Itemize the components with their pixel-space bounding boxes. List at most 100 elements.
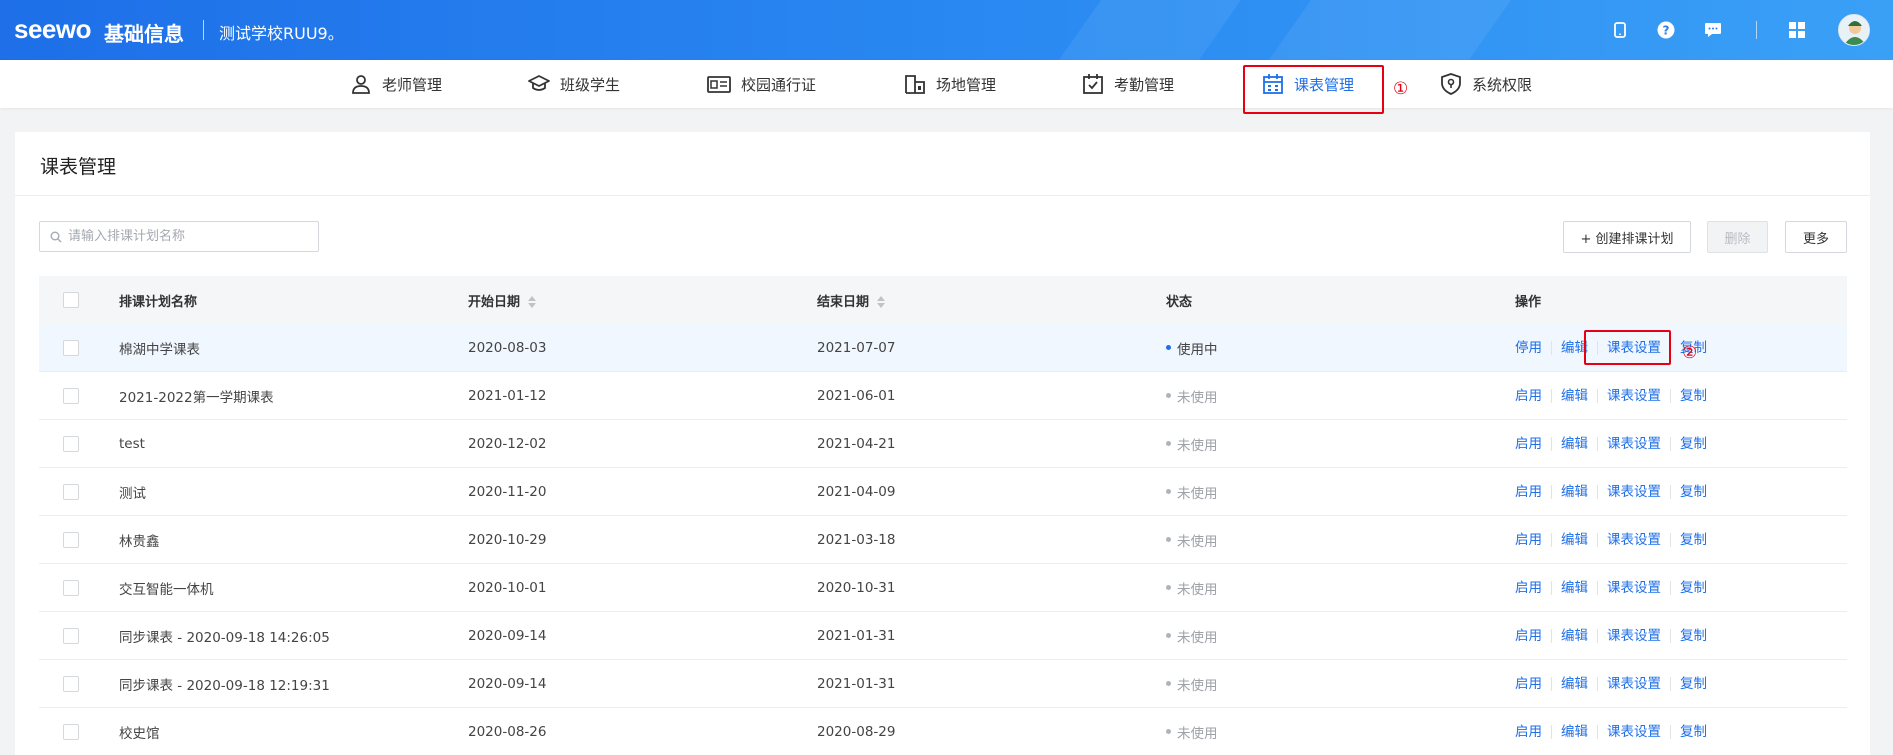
calendar-check-icon [1083,74,1103,94]
row-checkbox[interactable] [63,531,79,548]
content-card: 课表管理 + 创建排课计划 删除 更多 排课计划名称 开始日期 结束日期 状态 … [15,132,1870,755]
annotation-box-1 [1243,65,1384,114]
start-date: 2020-12-02 [468,435,547,452]
table-row[interactable]: 林贵鑫 2020-10-29 2021-03-18 未使用 启用 编辑 课表设置 复制 [39,516,1847,564]
status-dot [1166,537,1171,542]
nav-item-campus-pass[interactable]: 校园通行证 [707,60,816,108]
copy-button[interactable]: 复制 [1670,580,1716,595]
status-dot [1166,345,1171,350]
nav-label: 老师管理 [382,75,443,94]
school-name[interactable]: 测试学校RUU9。 [219,20,344,44]
more-button[interactable]: 更多 [1785,221,1847,253]
edit-button[interactable]: 编辑 [1551,724,1597,739]
select-all-checkbox[interactable] [63,292,79,308]
toggle-button[interactable]: 启用 [1515,389,1551,403]
sort-icon[interactable] [877,296,886,308]
copy-button[interactable]: 复制 [1670,676,1716,691]
nav-item-teachers[interactable]: 老师管理 [350,60,442,108]
toggle-button[interactable]: 启用 [1515,533,1551,547]
edit-button[interactable]: 编辑 [1551,532,1597,547]
avatar[interactable] [1838,14,1870,46]
table-row[interactable]: 交互智能一体机 2020-10-01 2020-10-31 未使用 启用 编辑 课表设置 复制 [39,564,1847,612]
plan-name: 交互智能一体机 [119,581,214,598]
row-checkbox[interactable] [63,675,79,692]
row-checkbox[interactable] [63,723,79,740]
row-checkbox[interactable] [63,627,79,644]
brand-logo[interactable]: seewo [14,14,92,45]
phone-icon[interactable] [1610,20,1630,40]
row-checkbox[interactable] [63,387,79,404]
toggle-button[interactable]: 启用 [1515,485,1551,499]
toggle-button[interactable]: 启用 [1515,677,1551,691]
edit-button[interactable]: 编辑 [1551,676,1597,691]
row-checkbox[interactable] [63,339,79,356]
copy-button[interactable]: 复制 [1670,724,1716,739]
message-icon[interactable] [1703,20,1723,40]
app-title: 基础信息 [104,22,184,46]
table-row[interactable]: 2021-2022第一学期课表 2021-01-12 2021-06-01 未使用 启用… [39,372,1847,420]
svg-text:?: ? [1663,24,1670,38]
top-bar: seewo 基础信息 测试学校RUU9。 ? [0,0,1893,60]
edit-button[interactable]: 编辑 [1551,484,1597,499]
table-row[interactable]: 测试 2020-11-20 2021-04-09 未使用 启用 编辑 课表设置 复制 [39,468,1847,516]
header-divider [1756,21,1757,39]
status-text: 未使用 [1177,725,1218,742]
column-header-start[interactable]: 开始日期 [468,291,817,310]
nav-item-venues[interactable]: 场地管理 [904,60,996,108]
copy-button[interactable]: 复制 [1670,628,1716,643]
end-date: 2021-01-31 [817,627,896,644]
search-input[interactable] [68,229,298,244]
copy-button[interactable]: 复制 [1670,532,1716,547]
delete-button[interactable]: 删除 [1707,221,1768,253]
toggle-button[interactable]: 启用 [1515,629,1551,643]
nav-item-attendance[interactable]: 考勤管理 [1082,60,1174,108]
search-box[interactable] [39,221,319,252]
toggle-button[interactable]: 启用 [1515,437,1551,451]
status-cell: 未使用 [1166,530,1515,550]
edit-button[interactable]: 编辑 [1551,388,1597,403]
nav-item-classes[interactable]: 班级学生 [528,60,620,108]
timetable-settings-button[interactable]: 课表设置 [1597,532,1670,547]
apps-icon[interactable] [1787,20,1807,40]
row-checkbox[interactable] [63,579,79,596]
toggle-button[interactable]: 停用 [1515,341,1551,355]
start-date: 2020-08-03 [468,339,547,356]
timetable-settings-button[interactable]: 课表设置 [1597,580,1670,595]
nav-item-permissions[interactable]: 系统权限 [1440,60,1532,108]
main-nav: 老师管理 班级学生 校园通行证 场地管理 考勤管理 课表管理 系统权限 [0,60,1893,108]
help-icon[interactable]: ? [1656,20,1676,40]
timetable-settings-button[interactable]: 课表设置 [1597,484,1670,499]
table-row[interactable]: 同步课表 - 2020-09-18 12:19:31 2020-09-14 2021… [39,660,1847,708]
sort-icon[interactable] [528,296,537,308]
column-header-end[interactable]: 结束日期 [817,291,1166,310]
copy-button[interactable]: 复制 [1670,388,1716,403]
timetable-settings-button[interactable]: 课表设置 [1597,676,1670,691]
copy-button[interactable]: 复制 [1670,436,1716,451]
timetable-settings-button[interactable]: 课表设置 [1597,628,1670,643]
status-dot [1166,585,1171,590]
table-row[interactable]: 同步课表 - 2020-09-18 14:26:05 2020-09-14 2021… [39,612,1847,660]
nav-label: 考勤管理 [1114,75,1175,94]
column-label: 开始日期 [468,294,521,310]
timetable-settings-button[interactable]: 课表设置 [1597,388,1670,403]
toggle-button[interactable]: 启用 [1515,581,1551,595]
edit-button[interactable]: 编辑 [1551,580,1597,595]
edit-button[interactable]: 编辑 [1551,436,1597,451]
row-actions: 停用 编辑 课表设置 复制 [1515,340,1847,355]
timetable-settings-button[interactable]: 课表设置 [1597,724,1670,739]
row-checkbox[interactable] [63,483,79,500]
edit-button[interactable]: 编辑 [1551,628,1597,643]
nav-label: 班级学生 [560,75,621,94]
building-icon [905,75,925,94]
table-row[interactable]: test 2020-12-02 2021-04-21 未使用 启用 编辑 课表设置 复制 [39,420,1847,468]
create-plan-button[interactable]: + 创建排课计划 [1563,221,1691,253]
table-row[interactable]: 棉湖中学课表 2020-08-03 2021-07-07 使用中 停用 编辑 课表设置 复制 [39,324,1847,372]
row-checkbox[interactable] [63,435,79,452]
status-cell: 未使用 [1166,434,1515,454]
toggle-button[interactable]: 启用 [1515,725,1551,739]
copy-button[interactable]: 复制 [1670,484,1716,499]
timetable-settings-button[interactable]: 课表设置 [1597,436,1670,451]
table-row[interactable]: 校史馆 2020-08-26 2020-08-29 未使用 启用 编辑 课表设置 复制 [39,708,1847,755]
status-text: 未使用 [1177,629,1218,646]
row-actions: 启用 编辑 课表设置 复制 [1515,580,1847,595]
